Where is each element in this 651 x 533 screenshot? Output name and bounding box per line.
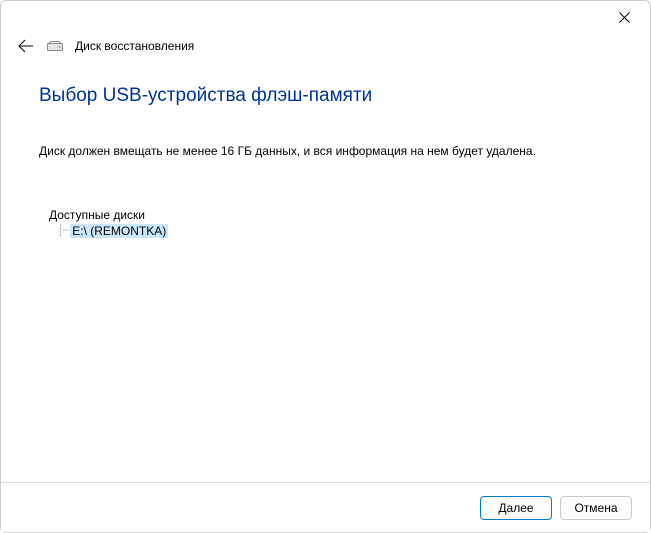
next-button[interactable]: Далее: [480, 496, 552, 520]
wizard-header: Диск восстановления: [1, 33, 650, 61]
drive-list: ┊┈ E:\ (REMONTKA): [49, 224, 612, 238]
close-icon: [619, 12, 630, 23]
cancel-button[interactable]: Отмена: [560, 496, 632, 520]
page-heading: Выбор USB-устройства флэш-памяти: [39, 85, 612, 107]
drives-section: Доступные диски ┊┈ E:\ (REMONTKA): [39, 208, 612, 238]
footer: Далее Отмена: [1, 482, 650, 532]
tree-branch-icon: ┊┈: [57, 224, 68, 237]
drive-icon: [47, 41, 63, 51]
page-description: Диск должен вмещать не менее 16 ГБ данны…: [39, 143, 612, 160]
titlebar: [1, 1, 650, 33]
drive-item[interactable]: E:\ (REMONTKA): [70, 224, 168, 238]
drives-label: Доступные диски: [49, 208, 612, 222]
drive-list-row: ┊┈ E:\ (REMONTKA): [57, 224, 612, 238]
back-button[interactable]: [17, 39, 35, 53]
content-area: Выбор USB-устройства флэш-памяти Диск до…: [1, 61, 650, 238]
wizard-title: Диск восстановления: [75, 39, 194, 53]
back-arrow-icon: [18, 39, 34, 53]
close-button[interactable]: [612, 5, 636, 29]
